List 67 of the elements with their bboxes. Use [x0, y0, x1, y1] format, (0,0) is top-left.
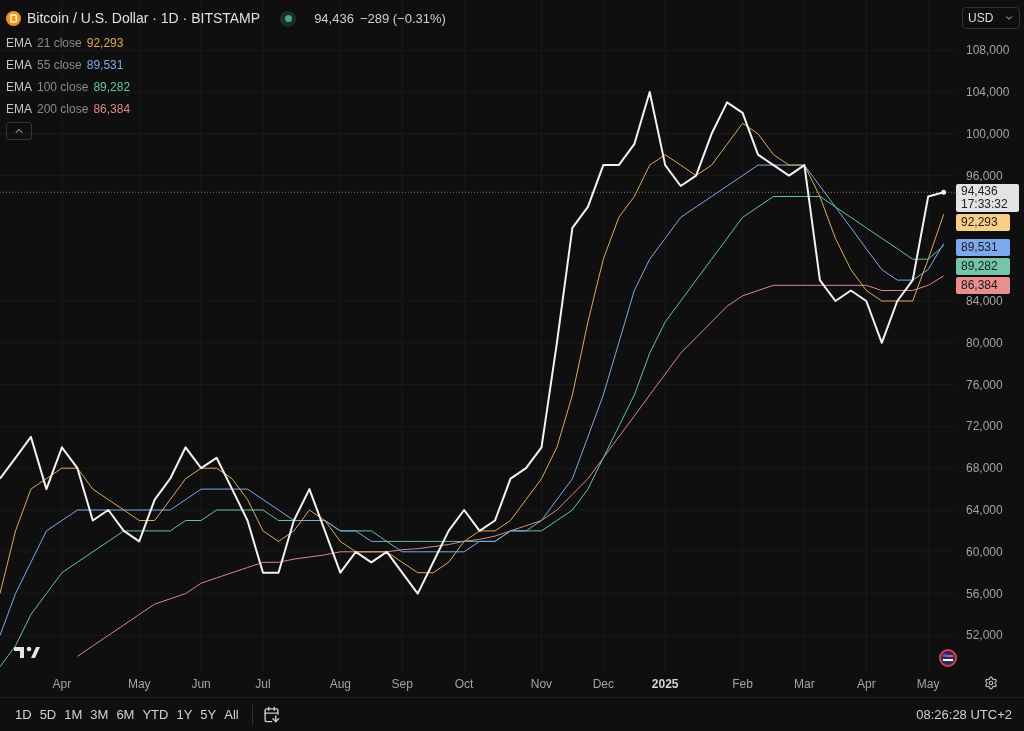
last-price-dot [941, 189, 947, 195]
time-range-button[interactable]: 1M [61, 703, 86, 726]
time-axis-label: Jul [255, 677, 271, 691]
time-range-button[interactable]: All [221, 703, 242, 726]
bar-countdown: 17:33:32 [961, 198, 1009, 211]
time-axis-label: Jun [191, 677, 211, 691]
time-range-button[interactable]: YTD [139, 703, 172, 726]
price-axis-label: 52,000 [966, 628, 1003, 643]
price-axis-label: 100,000 [966, 126, 1010, 141]
indicator-name: EMA [6, 100, 32, 118]
time-axis-label: Dec [592, 677, 614, 691]
price-axis-label: 96,000 [966, 168, 1003, 183]
last-price: 94,436 [314, 9, 354, 28]
time-axis-label: Mar [794, 677, 815, 691]
time-axis-label: Aug [329, 677, 351, 691]
time-range-button[interactable]: 5D [36, 703, 60, 726]
settings-icon[interactable] [984, 676, 998, 690]
collapse-legend-button[interactable] [6, 122, 32, 140]
currency-dropdown[interactable]: USD [962, 7, 1020, 29]
price-axis-label: 108,000 [966, 43, 1010, 58]
indicator-price-badge: 89,282 [956, 258, 1010, 275]
indicator-name: EMA [6, 78, 32, 96]
indicator-params: 200 close [37, 100, 89, 118]
indicator-price-badge: 89,531 [956, 239, 1010, 256]
indicator-params: 21 close [37, 34, 82, 52]
price-axis-label: 104,000 [966, 84, 1010, 99]
time-range-button[interactable]: 1Y [173, 703, 196, 726]
indicator-value: 92,293 [86, 34, 124, 52]
time-axis-label: May [127, 677, 151, 691]
price-axis-label: 60,000 [966, 544, 1003, 559]
indicator-name: EMA [6, 34, 32, 52]
indicator-params: 55 close [37, 56, 82, 74]
current-price: 94,436 [961, 185, 999, 198]
tradingview-logo-icon [14, 646, 40, 658]
time-axis-label: Oct [454, 677, 474, 691]
price-axis-label: 64,000 [966, 503, 1003, 517]
time-axis-label: Nov [530, 677, 553, 691]
indicator-value: 89,282 [93, 78, 131, 96]
time-range-button[interactable]: 5Y [197, 703, 220, 726]
chevron-down-icon [1004, 13, 1014, 23]
price-axis-label: 68,000 [966, 461, 1003, 476]
price-axis-label: 84,000 [966, 294, 1003, 308]
date-range-icon[interactable] [262, 706, 280, 723]
symbol-title: Bitcoin / U.S. Dollar · 1D · BITSTAMP [27, 9, 261, 28]
time-axis-label: 2025 [651, 677, 679, 691]
price-axis-label: 76,000 [966, 377, 1003, 392]
price-axis-label: 56,000 [966, 586, 1003, 601]
price-axis-label: 72,000 [966, 419, 1003, 434]
indicator-price-badge: 92,293 [956, 214, 1010, 231]
time-range-button[interactable]: 1D [12, 703, 35, 726]
time-axis-label: Feb [732, 677, 753, 691]
time-range-button[interactable]: 3M [87, 703, 112, 726]
flag-icon[interactable] [939, 649, 957, 667]
price-axis-label: 80,000 [966, 335, 1003, 350]
time-axis-label: May [916, 677, 940, 691]
time-axis-label: Apr [857, 677, 876, 691]
indicator-name: EMA [6, 56, 32, 74]
price-change: −289 (−0.31%) [359, 9, 446, 28]
indicator-value: 86,384 [93, 100, 131, 118]
clock: 08:26:28 UTC+2 [916, 705, 1012, 724]
time-axis-label: Sep [391, 677, 413, 691]
bitcoin-logo-icon [6, 11, 21, 26]
indicator-value: 89,531 [86, 56, 124, 74]
indicator-params: 100 close [37, 78, 89, 96]
time-axis-label: Apr [52, 677, 72, 691]
time-range-button[interactable]: 6M [113, 703, 138, 726]
indicator-price-badge: 86,384 [956, 277, 1010, 294]
